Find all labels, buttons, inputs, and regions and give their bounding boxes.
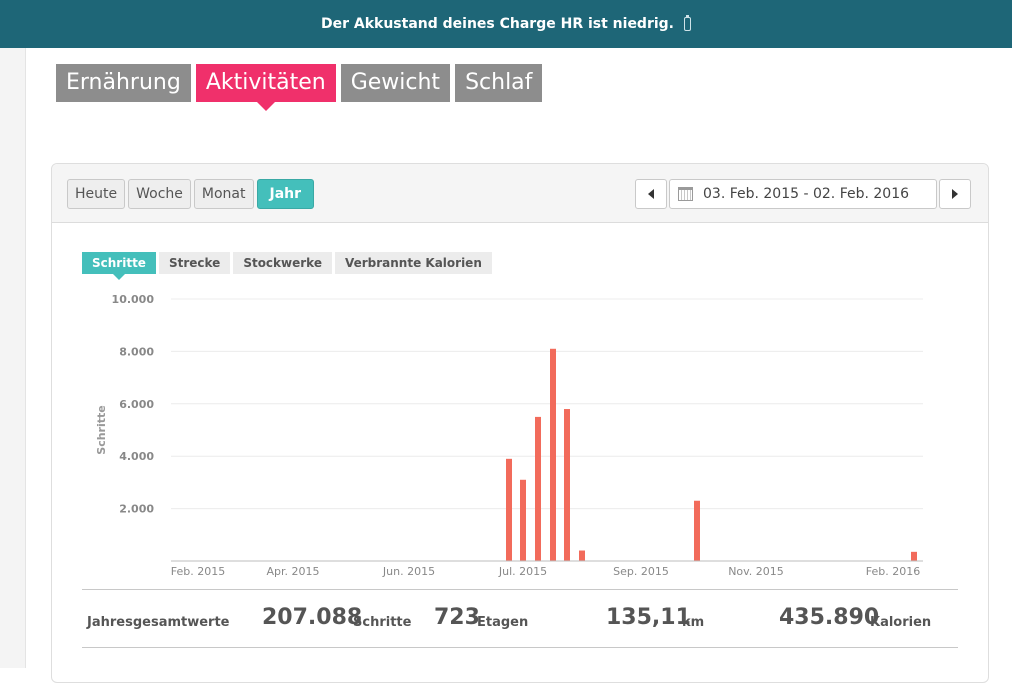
chart-bar: [520, 479, 526, 561]
x-tick-label: Jun. 2015: [382, 565, 435, 578]
y-axis-ticks: 2.000 4.000 6.000 8.000 10.000: [112, 293, 155, 516]
calories-total-value: 435.890: [779, 605, 880, 630]
chart-bar: [911, 551, 917, 561]
tab-aktivitaeten[interactable]: Aktivitäten: [195, 64, 336, 111]
activity-panel: Heute Woche Monat Jahr 03. Feb. 2015 - 0…: [51, 163, 989, 683]
steps-total-unit: Schritte: [353, 615, 412, 630]
chart-bar: [579, 550, 585, 561]
left-sidebar-strip: [0, 48, 26, 668]
tab-gewicht[interactable]: Gewicht: [340, 64, 451, 102]
steps-total-value: 207.088: [262, 605, 363, 630]
y-tick-label: 2.000: [119, 503, 154, 516]
chart-gridlines: [171, 298, 923, 510]
x-tick-label: Nov. 2015: [728, 565, 784, 578]
main-nav-tabs: Ernährung Aktivitäten Gewicht Schlaf: [56, 64, 543, 111]
distance-total-value: 135,11: [606, 605, 691, 630]
floors-total-value: 723: [434, 605, 480, 630]
distance-total-unit: km: [682, 615, 705, 630]
x-tick-label: Sep. 2015: [613, 565, 669, 578]
floors-total-unit: Etagen: [477, 615, 529, 630]
steps-bar-chart: 2.000 4.000 6.000 8.000 10.000 Feb. 2015 Apr.…: [95, 293, 923, 578]
banner-text: Der Akkustand deines Charge HR ist niedr…: [320, 16, 674, 32]
y-tick-label: 4.000: [119, 450, 154, 463]
chart-bar: [564, 409, 570, 561]
tab-ernaehrung[interactable]: Ernährung: [56, 64, 191, 102]
x-tick-label: Feb. 2016: [866, 565, 920, 578]
chart-bar: [506, 458, 512, 561]
chart-bars: [506, 348, 917, 561]
y-tick-label: 6.000: [119, 398, 154, 411]
yearly-totals: Jahresgesamtwerte 207.088 Schritte 723 E…: [82, 589, 958, 648]
chart-bar: [535, 416, 541, 561]
chart-bar: [694, 500, 700, 561]
y-tick-label: 10.000: [112, 293, 155, 306]
battery-icon: [684, 15, 691, 31]
x-axis-ticks: Feb. 2015 Apr. 2015 Jun. 2015 Jul. 2015 Sep.…: [171, 565, 920, 578]
chart-bar: [550, 348, 556, 561]
x-tick-label: Jul. 2015: [498, 565, 547, 578]
x-tick-label: Feb. 2015: [171, 565, 225, 578]
low-battery-banner: Der Akkustand deines Charge HR ist niedr…: [0, 0, 1012, 48]
tab-schlaf[interactable]: Schlaf: [455, 64, 543, 102]
x-tick-label: Apr. 2015: [266, 565, 319, 578]
y-tick-label: 8.000: [119, 345, 154, 358]
y-axis-label: Schritte: [95, 405, 108, 454]
totals-label: Jahresgesamtwerte: [87, 615, 230, 630]
calories-total-unit: Kalorien: [870, 615, 932, 630]
